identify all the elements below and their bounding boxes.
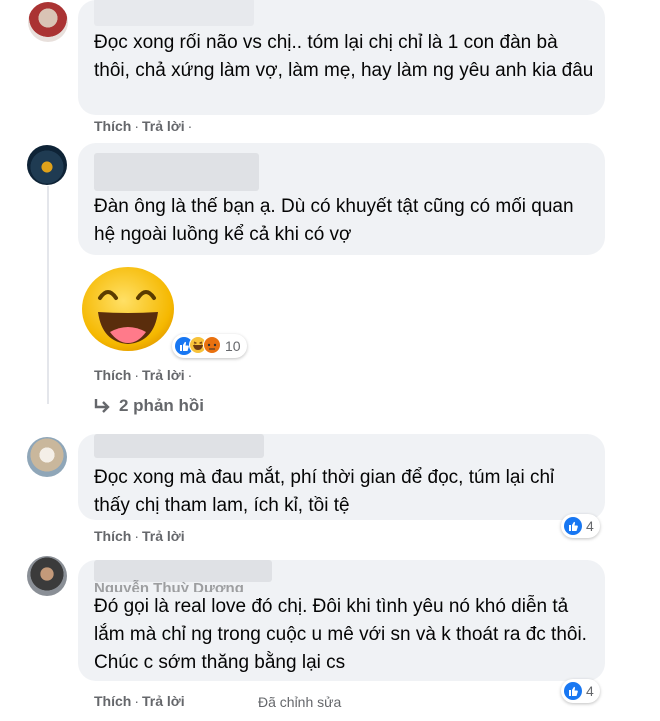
comment-actions: Thích · Trả lời — [94, 693, 185, 709]
like-button[interactable]: Thích — [94, 528, 131, 544]
comment-bubble: Đọc xong mà đau mắt, phí thời gian để đọ… — [78, 434, 605, 520]
avatar[interactable] — [27, 145, 67, 185]
edited-label: Đã chỉnh sửa — [258, 694, 342, 710]
reaction-count: 4 — [586, 518, 594, 534]
reply-thread-line — [47, 186, 49, 404]
comment-text: Đọc xong mà đau mắt, phí thời gian để đọ… — [94, 467, 555, 516]
reaction-summary[interactable]: 4 — [561, 679, 600, 703]
separator: · — [187, 367, 193, 383]
author-name-redacted — [94, 434, 264, 458]
laughing-face-sticker — [80, 264, 176, 357]
like-button[interactable]: Thích — [94, 367, 131, 383]
like-reaction-icon — [564, 682, 582, 700]
like-button[interactable]: Thích — [94, 118, 131, 134]
comment-text: Đàn ông là thế bạn ạ. Dù có khuyết tật c… — [94, 196, 574, 245]
like-button[interactable]: Thích — [94, 693, 131, 709]
separator: · — [134, 367, 140, 383]
separator: · — [187, 118, 193, 134]
author-name-redacted — [94, 0, 254, 26]
reply-button[interactable]: Trả lời — [142, 118, 185, 134]
author-name-redacted — [94, 153, 259, 191]
view-replies-link[interactable]: 2 phản hồi — [93, 396, 204, 416]
reply-button[interactable]: Trả lời — [142, 528, 185, 544]
reply-button[interactable]: Trả lời — [142, 367, 185, 383]
reply-button[interactable]: Trả lời — [142, 693, 185, 709]
reaction-summary[interactable]: 4 — [561, 514, 600, 538]
comment-bubble: Đọc xong rối não vs chị.. tóm lại chị ch… — [78, 0, 605, 115]
comment-bubble: Nguyễn Thuỳ Dương Đó gọi là real love đó… — [78, 560, 605, 681]
comment-text: Đó gọi là real love đó chị. Đôi khi tình… — [94, 596, 587, 673]
reaction-count: 4 — [586, 683, 594, 699]
replies-count-label: 2 phản hồi — [119, 396, 204, 415]
reaction-summary[interactable]: 10 — [172, 334, 247, 358]
separator: · — [134, 528, 140, 544]
avatar[interactable] — [28, 2, 68, 42]
comment-actions: Thích · Trả lời — [94, 528, 185, 544]
avatar[interactable] — [27, 437, 67, 477]
reaction-count: 10 — [225, 338, 241, 354]
separator: · — [134, 118, 140, 134]
author-name[interactable]: Nguyễn Thuỳ Dương — [94, 580, 244, 592]
angry-reaction-icon — [203, 335, 221, 357]
author-name-redacted — [94, 560, 272, 582]
reply-arrow-icon — [94, 399, 110, 413]
like-reaction-icon — [564, 517, 582, 535]
comment-bubble: Đàn ông là thế bạn ạ. Dù có khuyết tật c… — [78, 143, 605, 255]
avatar[interactable] — [27, 556, 67, 596]
comment-actions: Thích · Trả lời · — [94, 367, 195, 383]
comment-actions: Thích · Trả lời · — [94, 118, 195, 134]
separator: · — [134, 693, 140, 709]
comment-text: Đọc xong rối não vs chị.. tóm lại chị ch… — [94, 32, 594, 81]
